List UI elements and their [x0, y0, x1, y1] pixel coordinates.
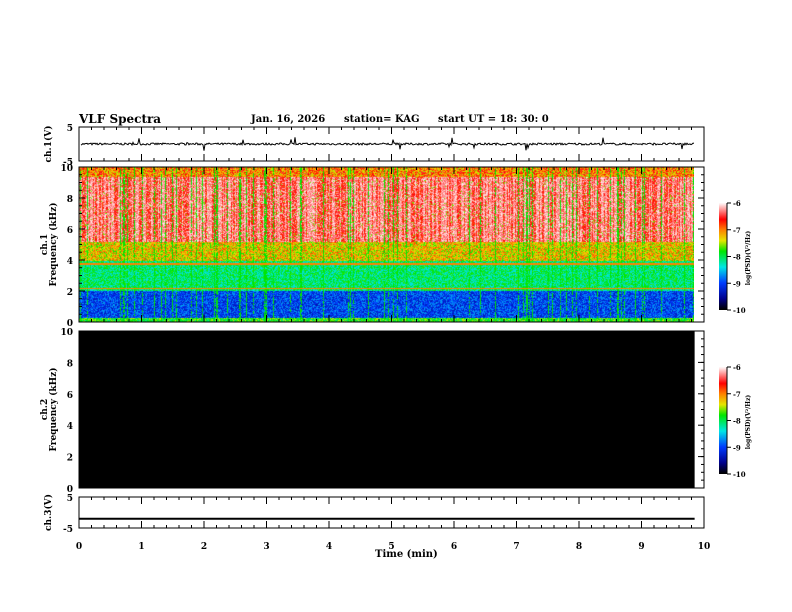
x-tick-label: 8	[576, 542, 582, 552]
y-tick-label: 10	[60, 328, 73, 338]
x-tick-label: 9	[638, 542, 644, 552]
y-tick-label: 4	[67, 257, 73, 267]
y-axis-label: Frequency (kHz)	[48, 367, 59, 451]
colorbar-tick-label: -9	[733, 443, 741, 452]
colorbar-tick-label: -8	[733, 417, 741, 426]
x-tick-label: 7	[513, 542, 519, 552]
y-tick-label: 5	[67, 124, 73, 134]
y-axis-label: Frequency (kHz)	[48, 202, 59, 286]
colorbar-tick-label: -6	[733, 199, 741, 208]
y-tick-label: 2	[67, 454, 73, 464]
y-tick-label: 4	[67, 422, 73, 432]
y-tick-label: 8	[67, 195, 73, 205]
ch1-waveform	[80, 137, 695, 151]
y-tick-label: 6	[67, 226, 73, 236]
colorbar-tick-label: -7	[733, 390, 741, 399]
y-tick-label: 2	[67, 288, 73, 298]
x-tick-label: 10	[698, 542, 711, 552]
y-tick-label: 5	[67, 494, 73, 504]
x-tick-label: 0	[76, 542, 82, 552]
colorbar-tick-label: -10	[733, 470, 746, 479]
x-tick-label: 1	[138, 542, 144, 552]
y-tick-label: 6	[67, 391, 73, 401]
x-tick-label: 6	[451, 542, 457, 552]
colorbar-tick-label: -7	[733, 226, 741, 235]
colorbar-label: log(PSD)(V²/Hz)	[745, 231, 752, 286]
panel-frame	[78, 166, 705, 323]
y-tick-label: -5	[63, 525, 73, 535]
colorbar-label: log(PSD)(V²/Hz)	[745, 395, 752, 450]
colorbar-tick-label: -8	[733, 253, 741, 262]
colorbar-tick-label: -9	[733, 279, 741, 288]
vlf-plot: 5-5ch.1(V)0246810ch.1 Frequency (kHz)0246…	[40, 124, 752, 552]
x-tick-label: 2	[201, 542, 207, 552]
x-tick-label: 3	[263, 542, 269, 552]
colorbar-tick-label: -6	[733, 363, 741, 372]
x-tick-label: 4	[326, 542, 332, 552]
y-tick-label: 10	[60, 164, 73, 174]
ch2-spectrogram	[79, 331, 695, 488]
x-axis-label: Time (min)	[375, 549, 438, 560]
colorbar-tick-label: -10	[733, 306, 746, 315]
y-axis-label: ch.3(V)	[43, 494, 54, 531]
y-tick-label: 8	[67, 359, 73, 369]
y-axis-label: ch.1(V)	[43, 126, 54, 163]
